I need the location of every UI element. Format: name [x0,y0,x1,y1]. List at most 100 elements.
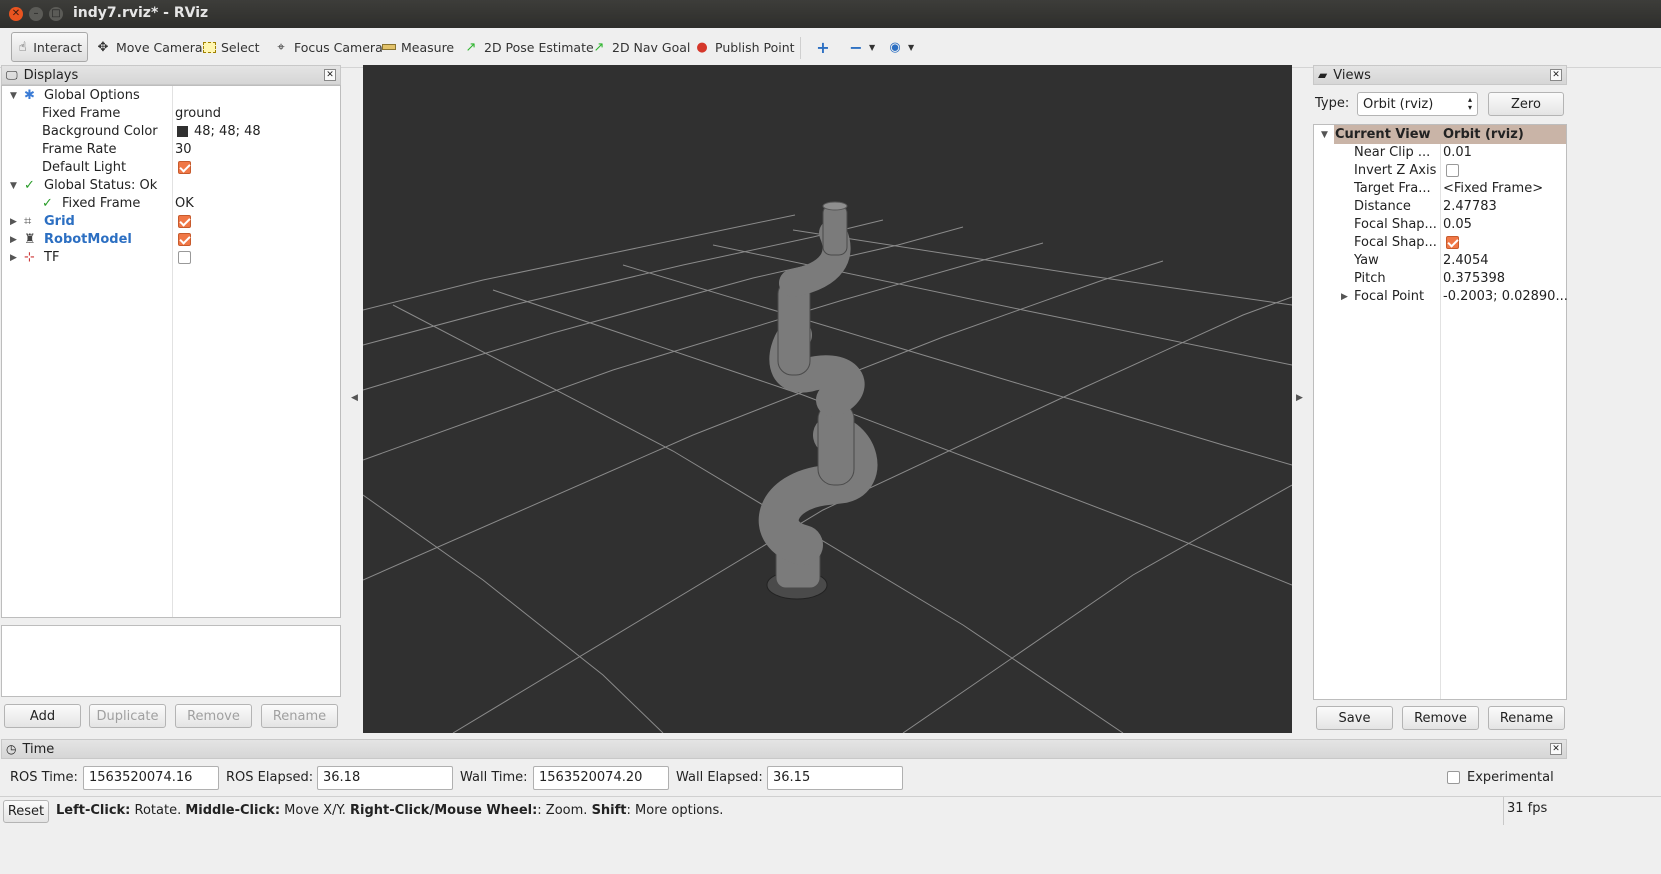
add-tool-button[interactable]: + [810,32,841,62]
reset-button[interactable]: Reset [3,800,49,823]
expand-arrow-icon[interactable]: ▶ [10,253,20,263]
tree-row-tf[interactable]: ▶ ⊹ TF [2,248,340,267]
monitor-icon: 🖵 [6,67,18,82]
view-type-select[interactable]: Orbit (rviz) ▴ ▾ [1357,92,1478,116]
tree-row-target-frame[interactable]: Target Fra... <Fixed Frame> [1314,179,1566,198]
ros-elapsed-field[interactable]: 36.18 [317,766,453,790]
tree-row-grid[interactable]: ▶ ⌗ Grid [2,212,340,231]
grid-checkbox[interactable] [178,215,191,228]
green-arrow-icon: ↗ [465,39,477,55]
tree-row-current-view[interactable]: ▼ Current View Orbit (rviz) [1321,125,1566,144]
toolbar-separator [800,37,801,59]
expand-arrow-icon[interactable]: ▼ [1321,130,1331,140]
ros-time-label: ROS Time: [10,770,78,785]
expand-arrow-icon[interactable]: ▼ [10,181,20,191]
displays-tree[interactable]: ▼ ✱ Global Options Fixed Frame ground Ba… [1,85,341,618]
toolbar: ☝ Interact ✥ Move Camera Select ⌖ Focus Cam… [0,28,1661,68]
status-help-text: Left-Click: Rotate. Middle-Click: Move X… [56,803,724,818]
focus-target-icon: ⌖ [277,39,285,55]
experimental-checkbox[interactable] [1447,771,1460,784]
window-minimize-button[interactable]: – [29,7,43,21]
expand-arrow-icon[interactable]: ▼ [10,91,20,101]
wall-time-label: Wall Time: [460,770,528,785]
collapse-right-icon[interactable]: ▶ [1296,393,1303,403]
duplicate-display-button[interactable]: Duplicate [89,704,166,728]
color-swatch [177,126,188,137]
chevron-down-icon: ▼ [908,42,915,52]
close-icon[interactable]: ✕ [324,69,336,81]
clock-icon: ◷ [6,742,17,756]
interact-tool-button[interactable]: ☝ Interact [11,32,88,62]
expand-arrow-icon[interactable]: ▶ [1341,292,1351,302]
hand-icon: ☝ [18,39,27,55]
collapse-left-icon[interactable]: ◀ [351,393,358,403]
rename-view-button[interactable]: Rename [1488,706,1565,730]
experimental-label: Experimental [1467,770,1554,785]
default-light-checkbox[interactable] [178,161,191,174]
wall-time-field[interactable]: 1563520074.20 [533,766,669,790]
tree-row-yaw[interactable]: Yaw 2.4054 [1314,251,1566,270]
chevron-down-icon: ▼ [869,42,876,52]
remove-view-button[interactable]: Remove [1402,706,1479,730]
display-description-box [1,625,341,697]
focal-shape-checkbox[interactable] [1446,236,1459,249]
title-bar: ✕ – □ indy7.rviz* - RViz [0,0,1661,28]
robot-model-checkbox[interactable] [178,233,191,246]
wall-elapsed-label: Wall Elapsed: [676,770,763,785]
plus-icon: + [816,37,830,57]
wall-elapsed-field[interactable]: 36.15 [767,766,903,790]
view-panels-button[interactable]: ◉ ▼ [882,32,919,62]
green-arrow-icon: ↗ [593,39,605,55]
tree-row-global-options[interactable]: ▼ ✱ Global Options [2,86,340,105]
remove-tool-button[interactable]: − ▼ [843,32,880,62]
view-properties-tree[interactable]: ▼ Current View Orbit (rviz) Near Clip ..… [1313,124,1568,700]
tree-row-distance[interactable]: Distance 2.47783 [1314,197,1566,216]
tree-row-fixed-frame[interactable]: Fixed Frame ground [2,104,340,123]
tree-row-fixed-frame-status[interactable]: ✓ Fixed Frame OK [2,194,340,213]
close-icon[interactable]: ✕ [1550,69,1562,81]
tree-row-focal-shape-fixed[interactable]: Focal Shap... [1314,233,1566,252]
save-view-button[interactable]: Save [1316,706,1393,730]
pose-estimate-tool-button[interactable]: ↗ 2D Pose Estimate [458,32,599,62]
invert-z-checkbox[interactable] [1446,164,1459,177]
nav-goal-tool-button[interactable]: ↗ 2D Nav Goal [586,32,695,62]
window-maximize-button[interactable]: □ [49,7,63,21]
tree-row-global-status[interactable]: ▼ ✓ Global Status: Ok [2,176,340,195]
status-separator [1503,797,1504,825]
tree-row-default-light[interactable]: Default Light [2,158,340,177]
expand-arrow-icon[interactable]: ▶ [10,217,20,227]
tree-row-frame-rate[interactable]: Frame Rate 30 [2,140,340,159]
tf-checkbox[interactable] [178,251,191,264]
minus-icon: − [849,37,863,57]
expand-arrow-icon[interactable]: ▶ [10,235,20,245]
measure-tool-button[interactable]: Measure [377,32,459,62]
camera-icon: ▰ [1318,68,1328,82]
tree-row-focal-shape-size[interactable]: Focal Shap... 0.05 [1314,215,1566,234]
remove-display-button[interactable]: Remove [175,704,252,728]
robot-icon: ♜ [24,232,36,247]
tree-row-near-clip[interactable]: Near Clip ... 0.01 [1314,143,1566,162]
render-viewport[interactable] [362,65,1293,734]
time-panel-header: ◷ Time ✕ [1,739,1567,759]
status-divider [0,796,1661,797]
tree-row-pitch[interactable]: Pitch 0.375398 [1314,269,1566,288]
axes-icon: ⊹ [24,250,35,265]
ruler-icon [382,44,396,50]
close-icon[interactable]: ✕ [1550,743,1562,755]
ros-time-field[interactable]: 1563520074.16 [83,766,219,790]
gear-icon: ✱ [24,88,35,103]
select-tool-button[interactable]: Select [198,32,265,62]
focus-camera-tool-button[interactable]: ⌖ Focus Camera [268,32,388,62]
spinner-arrows-icon: ▴ ▾ [1467,95,1472,112]
tree-row-robot-model[interactable]: ▶ ♜ RobotModel [2,230,340,249]
add-display-button[interactable]: Add [4,704,81,728]
checkmark-icon: ✓ [24,178,35,193]
rename-display-button[interactable]: Rename [261,704,338,728]
zero-view-button[interactable]: Zero [1488,92,1564,116]
window-close-button[interactable]: ✕ [9,7,23,21]
tree-row-invert-z[interactable]: Invert Z Axis [1314,161,1566,180]
move-camera-tool-button[interactable]: ✥ Move Camera [90,32,208,62]
tree-row-background-color[interactable]: Background Color 48; 48; 48 [2,122,340,141]
tree-row-focal-point[interactable]: ▶ Focal Point -0.2003; 0.02890... [1314,287,1568,306]
publish-point-tool-button[interactable]: ● Publish Point [689,32,800,62]
